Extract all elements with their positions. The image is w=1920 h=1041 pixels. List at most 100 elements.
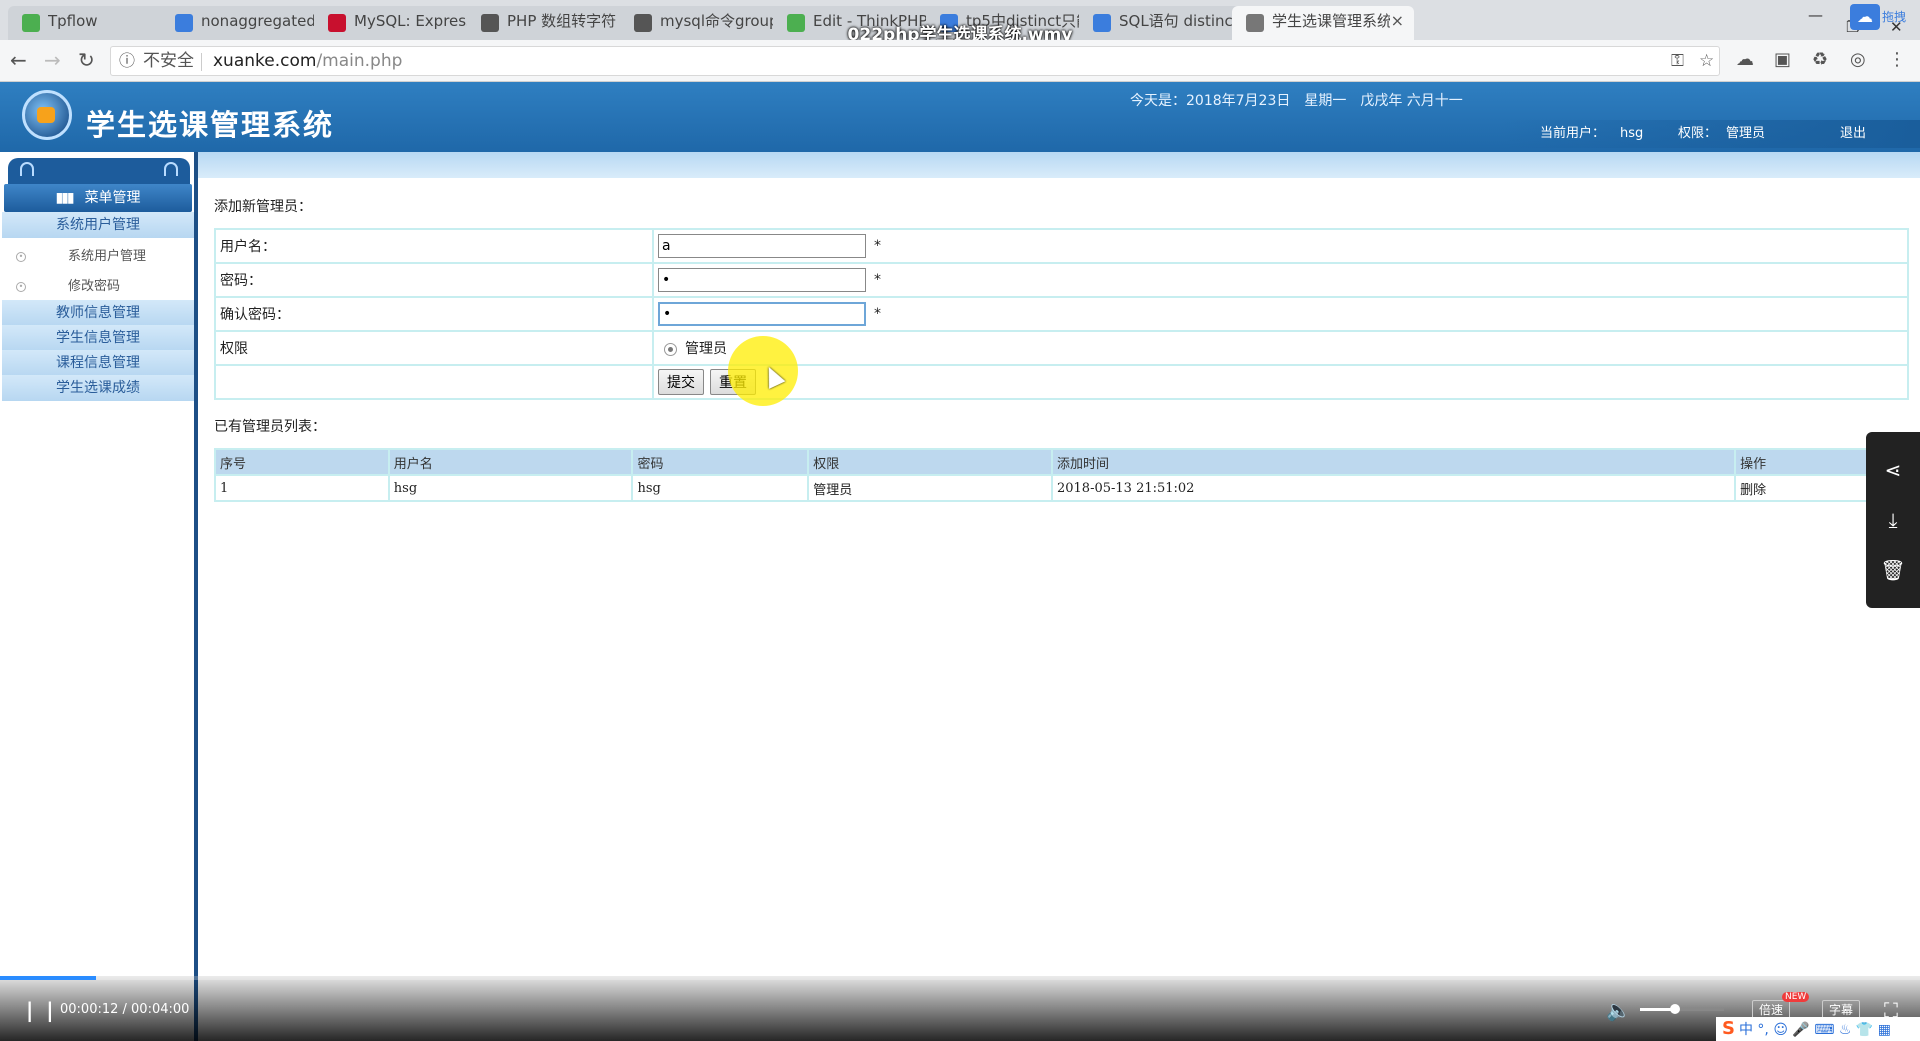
table-cell: hsg <box>387 474 634 502</box>
url-path: /main.php <box>316 51 403 71</box>
extension-label[interactable]: 拖拽 <box>1882 6 1918 28</box>
floating-toolbar: ⋖ ⤓ 🗑 <box>1866 432 1920 608</box>
reload-icon[interactable]: ↻ <box>78 48 95 72</box>
volume-fill <box>1640 1008 1674 1011</box>
progress-track[interactable] <box>0 976 1920 980</box>
sidebar-item-label: 教师信息管理 <box>56 305 140 321</box>
ime-icons[interactable]: 中 °, ☺ 🎤 ⌨ ♨ 👕 ▦ <box>1739 1022 1891 1038</box>
browser-tab-strip: Tpflow×nonaggregated×MySQL: Express×PHP … <box>0 0 1920 45</box>
sidebar: ▮▮▮ 菜单管理 系统用户管理 • 系统用户管理 • 修改密码教师信息管理 学生信息管理 课程… <box>0 152 198 1041</box>
hook-icon <box>164 162 178 176</box>
sidebar-item-label: 学生信息管理 <box>56 330 140 346</box>
volume-track[interactable] <box>1640 1008 1724 1011</box>
column-header: 序号 <box>214 448 390 476</box>
column-header: 添加时间 <box>1050 448 1737 476</box>
required-mark: * <box>874 272 881 288</box>
menu-head-label: 菜单管理 <box>84 190 141 206</box>
app-logo-icon <box>22 90 72 140</box>
sidebar-menu-head[interactable]: ▮▮▮ 菜单管理 <box>4 184 192 212</box>
password-cell: * <box>652 262 1909 298</box>
app-header: 学生选课管理系统 今天是：2018年7月23日 星期一 戊戌年 六月十一 当前用… <box>0 82 1920 152</box>
sogou-logo-icon[interactable]: S <box>1722 1018 1735 1039</box>
table-cell: 2018-05-13 21:51:02 <box>1050 474 1737 502</box>
incognito-icon[interactable]: ▣ <box>1774 49 1791 70</box>
confirm-password-row: 确认密码： * <box>214 296 1909 332</box>
confirm-password-label: 确认密码： <box>214 296 654 332</box>
password-row: 密码： * <box>214 262 1909 298</box>
menu-kebab-icon[interactable]: ⋮ <box>1888 49 1906 70</box>
minimize-icon[interactable]: — <box>1808 6 1823 24</box>
sidebar-item-label: 课程信息管理 <box>56 355 140 371</box>
sidebar-item[interactable]: 系统用户管理 <box>2 212 194 239</box>
permission-label: 权限： <box>1678 126 1718 141</box>
delete-icon[interactable]: 🗑 <box>1866 558 1920 582</box>
admin-list-title: 已有管理员列表： <box>214 419 326 435</box>
confirm-password-input[interactable] <box>658 302 866 326</box>
url-host: xuanke.com <box>213 51 317 71</box>
video-player-bar: | | 00:00:12 / 00:04:00 🔈 倍速 NEW 字幕 ⛶ <box>0 976 1920 1041</box>
header-user-bar: 当前用户： hsg 权限： 管理员 退出 <box>1500 120 1920 148</box>
table-row: 1 hsg hsg 管理员 2018-05-13 21:51:02 删除 <box>214 474 1920 502</box>
screen: Tpflow×nonaggregated×MySQL: Express×PHP … <box>0 0 1920 1041</box>
sidebar-item-label: 修改密码 <box>68 279 121 294</box>
key-icon[interactable]: ⚿ <box>1671 47 1684 75</box>
permission-radio[interactable] <box>664 342 677 356</box>
header-date: 今天是：2018年7月23日 星期一 戊戌年 六月十一 <box>1130 93 1463 109</box>
header-strip <box>0 152 1920 178</box>
permission-cell: 管理员 <box>652 330 1909 366</box>
share-icon[interactable]: ⋖ <box>1866 458 1920 482</box>
sidebar-item[interactable]: 学生选课成绩 <box>2 375 194 402</box>
reset-button[interactable]: 重置 <box>710 369 756 395</box>
password-input[interactable] <box>658 268 866 292</box>
column-header: 密码 <box>631 448 810 476</box>
table-cell: hsg <box>631 474 810 502</box>
ime-toolbar: S中 °, ☺ 🎤 ⌨ ♨ 👕 ▦ <box>1716 1017 1920 1041</box>
submit-button[interactable]: 提交 <box>658 369 704 395</box>
current-user-label: 当前用户： <box>1540 126 1606 141</box>
volume-icon[interactable]: 🔈 <box>1606 998 1631 1022</box>
forward-arrow-icon[interactable]: → <box>44 48 61 72</box>
back-arrow-icon[interactable]: ← <box>10 48 27 72</box>
main-content: 添加新管理员： 用户名： * 密码： * 确认密码： * 权限 管理员 提交重置 <box>198 178 1920 978</box>
pause-icon[interactable]: | | <box>26 998 57 1022</box>
sidebar-item-label: 学生选课成绩 <box>56 380 140 396</box>
required-mark: * <box>874 238 881 254</box>
recycle-icon[interactable]: ♻ <box>1812 49 1828 70</box>
volume-knob[interactable] <box>1670 1004 1680 1014</box>
username-row: 用户名： * <box>214 228 1909 264</box>
download-icon[interactable]: ⤓ <box>1866 508 1920 532</box>
new-badge: NEW <box>1782 992 1810 1002</box>
address-bar[interactable]: ⓘ 不安全 xuanke.com/main.php ⚿ ☆ <box>110 46 1720 76</box>
password-label: 密码： <box>214 262 654 298</box>
progress-fill <box>0 976 96 980</box>
username-input[interactable] <box>658 234 866 258</box>
cloud-icon[interactable]: ☁ <box>1736 49 1754 70</box>
sync-icon[interactable]: ◎ <box>1850 49 1866 70</box>
playback-time: 00:00:12 / 00:04:00 <box>60 1002 190 1017</box>
table-header-row: 序号 用户名 密码 权限 添加时间 操作 <box>214 448 1920 476</box>
app-title: 学生选课管理系统 <box>86 108 335 142</box>
permission-option-label[interactable]: 管理员 <box>685 341 727 357</box>
empty-cell <box>214 364 654 400</box>
info-icon[interactable]: ⓘ <box>119 47 135 75</box>
add-admin-form: 用户名： * 密码： * 确认密码： * 权限 管理员 提交重置 <box>214 228 1909 400</box>
bullet-icon: • <box>16 282 26 292</box>
button-row: 提交 重置 <box>214 364 1909 400</box>
confirm-password-cell: * <box>652 296 1909 332</box>
url-text[interactable]: xuanke.com/main.php <box>213 47 402 75</box>
cloud-extension-icon[interactable]: ☁ <box>1850 4 1880 30</box>
sidebar-item[interactable]: 学生信息管理 <box>2 325 194 352</box>
logout-link[interactable]: 退出 <box>1840 120 1866 148</box>
sidebar-item[interactable]: 教师信息管理 <box>2 300 194 327</box>
hook-icon <box>20 162 34 176</box>
sidebar-item[interactable]: 课程信息管理 <box>2 350 194 377</box>
sidebar-item-label: 系统用户管理 <box>56 217 140 233</box>
username-label: 用户名： <box>214 228 654 264</box>
permission-row: 权限 管理员 <box>214 330 1909 366</box>
sidebar-item[interactable]: • 系统用户管理 <box>2 240 194 274</box>
sidebar-item[interactable]: • 修改密码 <box>2 270 194 304</box>
column-header: 用户名 <box>387 448 634 476</box>
bookmark-star-icon[interactable]: ☆ <box>1699 47 1714 75</box>
add-admin-title: 添加新管理员： <box>214 199 312 215</box>
menu-bars-icon: ▮▮▮ <box>55 190 74 206</box>
